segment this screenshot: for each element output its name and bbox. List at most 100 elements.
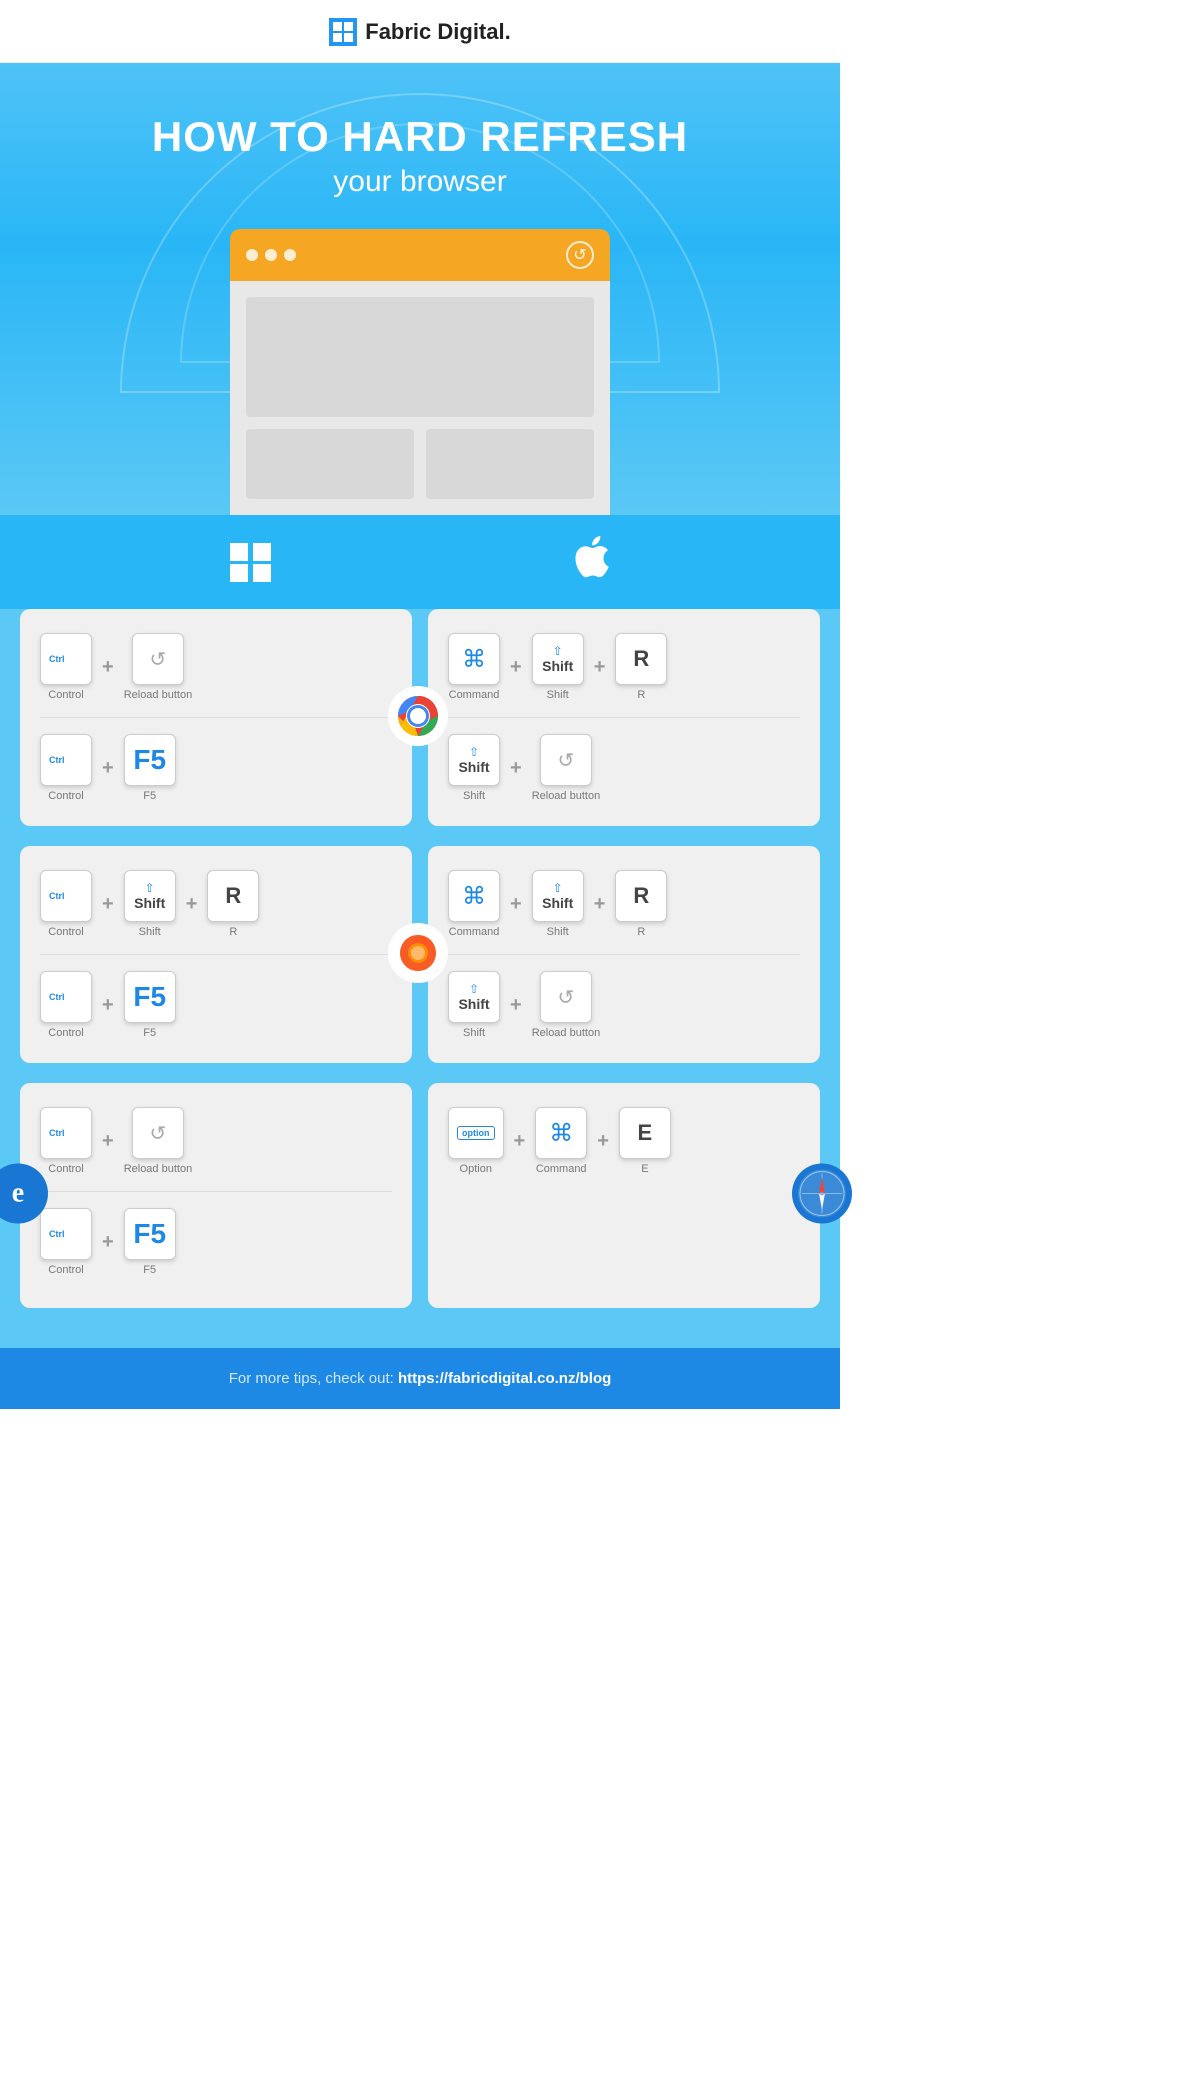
shift-icon-2: ⇧ xyxy=(469,745,479,759)
shift-icon-1: ⇧ xyxy=(553,644,563,658)
ctrl-caption-1: Control xyxy=(48,689,83,701)
browser-mockup: ↺ xyxy=(230,229,610,515)
ctrl-caption-ff1: Control xyxy=(48,926,83,938)
ie-win-row2: Ctrl Control + F5 F5 xyxy=(40,1208,392,1276)
chrome-win-row2: Ctrl Control + F5 F5 xyxy=(40,734,392,802)
ctrl-caption-ie1: Control xyxy=(48,1163,83,1175)
browser-dot-3 xyxy=(284,249,296,261)
ie-win-row1: Ctrl Control + ↺ Reload button xyxy=(40,1107,392,1175)
reload-key-wrapper-ff-mac2: ↺ Reload button xyxy=(532,971,601,1039)
e-key: E xyxy=(619,1107,671,1159)
safari-logo xyxy=(792,1163,852,1223)
ctrl-label-ie2: Ctrl xyxy=(49,1230,65,1239)
ie-safari-grid: Ctrl Control + ↺ Reload button xyxy=(20,1083,820,1308)
option-caption: Option xyxy=(460,1163,492,1175)
plus-ff1: + xyxy=(102,893,114,916)
r-key-1: R xyxy=(615,633,667,685)
separator-ie-win xyxy=(40,1191,392,1192)
browser-content xyxy=(230,281,610,515)
shift-label-ff1: Shift xyxy=(134,895,165,911)
r-caption-ff1: R xyxy=(229,926,237,938)
plus-4: + xyxy=(594,656,606,679)
reload-key-wrapper-2: ↺ Reload button xyxy=(532,734,601,802)
os-icons-row xyxy=(0,515,840,609)
windows-square-tl xyxy=(230,543,248,561)
cmd-caption-ff1: Command xyxy=(449,926,500,938)
r-key-wrapper-1: R R xyxy=(615,633,667,701)
ctrl-label-1: Ctrl xyxy=(49,655,65,664)
r-caption-1: R xyxy=(637,689,645,701)
chrome-win-row1: Ctrl Control + ↺ Reload button xyxy=(40,633,392,701)
ctrl-key-wrapper-ff2: Ctrl Control xyxy=(40,971,92,1039)
chrome-mac-row2: ⇧ Shift Shift + ↺ Reload button xyxy=(448,734,800,802)
cmd-key-wrapper-1: ⌘ Command xyxy=(448,633,500,701)
hero-section: HOW TO HARD REFRESH your browser ↺ xyxy=(0,63,840,515)
f5-label-ie: F5 xyxy=(133,1218,166,1250)
reload-caption-1: Reload button xyxy=(124,689,193,701)
cmd-key-wrapper-safari: ⌘ Command xyxy=(535,1107,587,1175)
ctrl-key-ff1: Ctrl xyxy=(40,870,92,922)
browser-bottom-block-left xyxy=(246,429,414,499)
firefox-mac-row2: ⇧ Shift Shift + ↺ Reload button xyxy=(448,971,800,1039)
reload-key-ie1: ↺ xyxy=(132,1107,184,1159)
footer-link[interactable]: https://fabricdigital.co.nz/blog xyxy=(398,1370,611,1387)
browser-reload-icon: ↺ xyxy=(566,241,594,269)
f5-label-1: F5 xyxy=(133,744,166,776)
reload-icon-ie1: ↺ xyxy=(150,1121,167,1146)
cmd-key-1: ⌘ xyxy=(448,633,500,685)
shift-icon-ff-mac2: ⇧ xyxy=(469,982,479,996)
ctrl-key-wrapper-2: Ctrl Control xyxy=(40,734,92,802)
hero-title: HOW TO HARD REFRESH xyxy=(20,113,820,161)
plus-ff5: + xyxy=(594,893,606,916)
shift-label-2: Shift xyxy=(458,759,489,775)
shift-key-ff1: ⇧ Shift xyxy=(124,870,176,922)
f5-key-ie: F5 xyxy=(124,1208,176,1260)
plus-ie2: + xyxy=(102,1231,114,1254)
firefox-windows-box: Ctrl Control + ⇧ Shift Shift + xyxy=(20,846,412,1063)
plus-ff3: + xyxy=(102,994,114,1017)
f5-key-wrapper-ff: F5 F5 xyxy=(124,971,176,1039)
svg-text:e: e xyxy=(12,1177,24,1208)
ie-windows-box: Ctrl Control + ↺ Reload button xyxy=(20,1083,412,1308)
plus-2: + xyxy=(102,757,114,780)
r-label-1: R xyxy=(633,648,649,670)
header: Fabric Digital. xyxy=(0,0,840,63)
plus-safari1: + xyxy=(514,1130,526,1153)
ie-safari-section: Ctrl Control + ↺ Reload button xyxy=(20,1083,820,1308)
shift-key-wrapper-ff-mac2: ⇧ Shift Shift xyxy=(448,971,500,1039)
f5-caption-ie: F5 xyxy=(143,1264,156,1276)
shift-caption-1: Shift xyxy=(547,689,569,701)
chrome-section: Ctrl Control + ↺ Reload button xyxy=(20,609,820,826)
chrome-mac-box: ⌘ Command + ⇧ Shift Shift + xyxy=(428,609,820,826)
separator-ff-win xyxy=(40,954,392,955)
firefox-win-row1: Ctrl Control + ⇧ Shift Shift + xyxy=(40,870,392,938)
ctrl-key-wrapper-1: Ctrl Control xyxy=(40,633,92,701)
ie-logo: e xyxy=(0,1163,48,1223)
reload-icon-ff-mac2: ↺ xyxy=(558,985,575,1010)
f5-key-wrapper-1: F5 F5 xyxy=(124,734,176,802)
shift-caption-ff-mac2: Shift xyxy=(463,1027,485,1039)
cmd-symbol-ff1: ⌘ xyxy=(462,882,486,911)
windows-square-br xyxy=(253,564,271,582)
ctrl-label-2: Ctrl xyxy=(49,756,65,765)
separator-chrome-win-1 xyxy=(40,717,392,718)
shift-caption-ff-mac1: Shift xyxy=(547,926,569,938)
cmd-caption-1: Command xyxy=(449,689,500,701)
option-key-wrapper: option Option xyxy=(448,1107,504,1175)
ctrl-key-2: Ctrl xyxy=(40,734,92,786)
browser-bottom-block-right xyxy=(426,429,594,499)
shift-label-1: Shift xyxy=(542,658,573,674)
apple-icon xyxy=(572,535,610,589)
reload-key-2: ↺ xyxy=(540,734,592,786)
reload-icon-2: ↺ xyxy=(558,748,575,773)
ctrl-key-ie1: Ctrl xyxy=(40,1107,92,1159)
cmd-symbol-1: ⌘ xyxy=(462,645,486,674)
browser-dot-1 xyxy=(246,249,258,261)
firefox-shortcut-grid: Ctrl Control + ⇧ Shift Shift + xyxy=(20,846,820,1063)
f5-key-wrapper-ie: F5 F5 xyxy=(124,1208,176,1276)
r-label-ff-mac1: R xyxy=(633,885,649,907)
e-caption: E xyxy=(641,1163,648,1175)
plus-5: + xyxy=(510,757,522,780)
browser-dot-2 xyxy=(265,249,277,261)
shift-key-ff-mac2: ⇧ Shift xyxy=(448,971,500,1023)
